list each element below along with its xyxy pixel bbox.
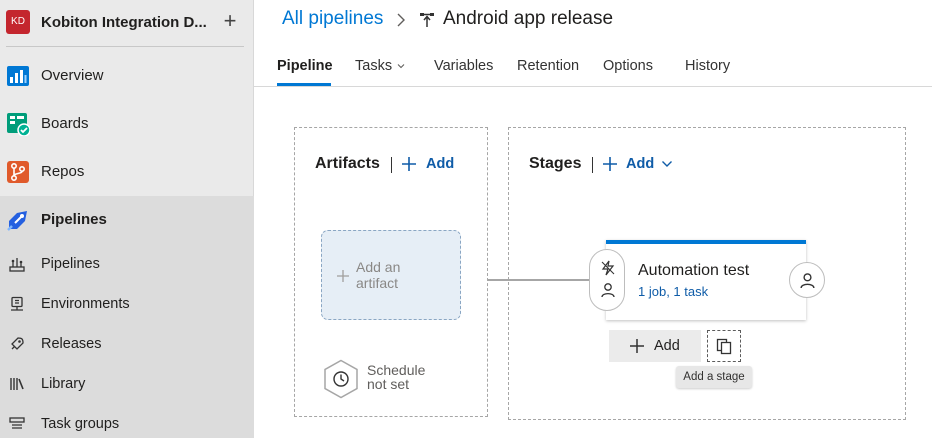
plus-icon — [630, 339, 644, 353]
sidebar-item-repos[interactable]: Repos — [0, 148, 254, 196]
clone-icon — [716, 338, 732, 355]
sidebar-subitem-label: Task groups — [41, 416, 120, 432]
library-icon — [10, 378, 24, 390]
task-groups-icon — [9, 417, 25, 429]
schedule-line2: not set — [367, 376, 410, 392]
release-pipeline-icon — [420, 13, 434, 27]
tab-retention[interactable]: Retention — [517, 58, 579, 74]
add-artifact-text: Add an artifact — [356, 259, 446, 291]
releases-icon — [11, 337, 24, 350]
title-divider — [592, 157, 593, 173]
sidebar-subitem-pipelines[interactable]: Pipelines — [0, 244, 254, 284]
sidebar-item-label: Repos — [41, 163, 85, 180]
stage-tasks-link[interactable]: 1 job, 1 task — [638, 284, 708, 299]
all-pipelines-link[interactable]: All pipelines — [282, 8, 383, 30]
project-header[interactable]: KD Kobiton Integration D... + — [0, 0, 254, 46]
add-artifact-line2: artifact — [356, 275, 399, 291]
sidebar-item-label: Overview — [41, 67, 104, 84]
sidebar-item-label: Boards — [41, 115, 89, 132]
add-stage-button[interactable]: Add — [609, 330, 701, 362]
add-stage-button-label: Add — [654, 338, 680, 354]
clone-stage-button[interactable] — [707, 330, 741, 362]
sidebar-subitem-environments[interactable]: Environments — [0, 284, 254, 324]
sidebar-subitem-releases[interactable]: Releases — [0, 324, 254, 364]
sidebar-subitem-label: Releases — [41, 336, 102, 352]
stages-title: Stages — [529, 155, 582, 172]
schedule-line1: Schedule — [367, 362, 426, 378]
approver-person-icon — [601, 283, 615, 298]
pre-deployment-conditions[interactable] — [589, 249, 625, 311]
add-artifact-line1: Add an — [356, 259, 401, 275]
artifacts-title: Artifacts — [315, 155, 380, 172]
tab-pipeline[interactable]: Pipeline — [277, 58, 333, 74]
sidebar: KD Kobiton Integration D... + Overview B… — [0, 0, 254, 438]
active-tab-indicator — [277, 83, 331, 86]
sidebar-subitem-label: Library — [41, 376, 86, 392]
sidebar-item-boards[interactable]: Boards — [0, 100, 254, 148]
tab-tasks[interactable]: Tasks — [355, 58, 405, 74]
sidebar-subitem-task-groups[interactable]: Task groups — [0, 404, 254, 438]
project-name[interactable]: Kobiton Integration D... — [41, 14, 207, 31]
environments-icon — [11, 296, 23, 311]
sidebar-item-pipelines[interactable]: Pipelines — [0, 196, 254, 244]
sidebar-item-label: Pipelines — [41, 211, 107, 228]
plus-icon — [402, 157, 416, 171]
add-stage-label: Add — [626, 156, 655, 172]
sidebar-item-overview[interactable]: Overview — [0, 52, 254, 100]
stage-name: Automation test — [638, 262, 750, 279]
plus-icon — [337, 270, 349, 282]
add-stage-tooltip: Add a stage — [676, 366, 752, 388]
approver-person-icon — [800, 273, 815, 289]
plus-icon — [603, 157, 617, 171]
repos-icon — [7, 161, 29, 183]
overview-icon — [7, 66, 29, 86]
schedule-status[interactable]: Schedule not set — [367, 363, 447, 391]
post-deployment-conditions[interactable] — [789, 262, 825, 298]
chevron-down-icon — [662, 161, 672, 167]
tab-label: Tasks — [355, 58, 393, 74]
sidebar-subitem-label: Pipelines — [41, 256, 100, 272]
tab-history[interactable]: History — [685, 58, 730, 74]
sidebar-subitem-label: Environments — [41, 296, 130, 312]
pipelines-icon — [7, 211, 27, 231]
add-project-button[interactable]: + — [220, 9, 240, 33]
tab-variables[interactable]: Variables — [434, 58, 493, 74]
chevron-right-icon — [397, 13, 405, 27]
chevron-down-icon — [397, 64, 405, 69]
tab-options[interactable]: Options — [603, 58, 653, 74]
add-artifact-label: Add — [426, 156, 455, 172]
sidebar-divider — [6, 46, 244, 47]
title-divider — [391, 157, 392, 173]
page-title: Android app release — [443, 8, 614, 29]
add-artifact-placeholder[interactable]: Add an artifact — [321, 230, 461, 320]
sidebar-subitem-library[interactable]: Library — [0, 364, 254, 404]
project-avatar: KD — [6, 10, 30, 34]
pipelines-sub-icon — [9, 258, 25, 272]
boards-icon — [7, 113, 30, 136]
tab-bar: Pipeline Tasks Variables Retention Optio… — [254, 50, 932, 87]
stage-card[interactable]: Automation test 1 job, 1 task — [606, 240, 806, 320]
trigger-lightning-icon — [601, 260, 615, 276]
schedule-trigger-icon[interactable] — [323, 359, 359, 399]
